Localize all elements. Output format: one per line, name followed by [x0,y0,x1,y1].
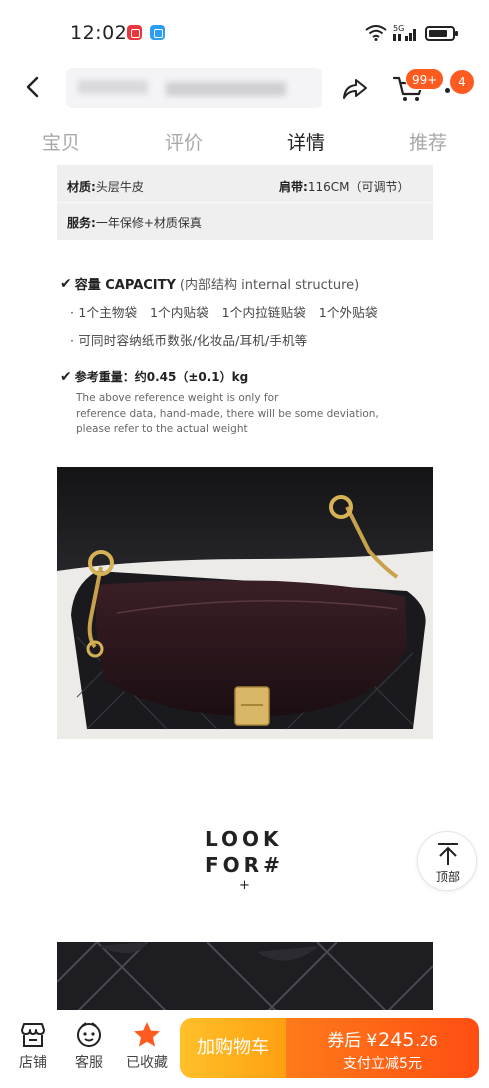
spec-strap-key: 肩带: [279,180,308,194]
product-photo-open-bag[interactable] [57,467,433,739]
weight-note-line: The above reference weight is only for [76,392,279,404]
capacity-line-fits: · 可同时容纳纸币数张/化妆品/耳机/手机等 [70,333,308,348]
weight-note-line: please refer to the actual weight [76,423,248,435]
spec-service: 服务:一年保修+材质保真 [67,214,202,231]
store-button[interactable]: 店铺 [11,1020,55,1072]
search-box[interactable] [66,68,322,108]
check-icon: ✔ [60,368,72,385]
look-for-line: LOOK [205,827,283,851]
arrow-up-icon [438,843,458,865]
back-to-top-label: 顶部 [435,870,460,884]
customer-service-icon [77,1022,101,1047]
back-arrow-icon[interactable] [18,72,48,102]
favorite-label: 已收藏 [126,1055,168,1071]
top-nav: 99+ 4 [0,64,489,112]
tab-reviews[interactable]: 评价 [165,128,203,155]
check-icon: ✔ [60,275,72,292]
customer-service-label: 客服 [75,1055,103,1071]
weight-note-line: reference data, hand-made, there will be… [76,407,379,420]
share-icon[interactable] [340,74,370,104]
status-time: 12:02 [70,22,128,44]
capacity-line-pockets: · 1个主物袋 1个内贴袋 1个内拉链贴袋 1个外贴袋 [70,305,378,320]
tab-recommend[interactable]: 推荐 [409,128,447,155]
capacity-heading: 容量 CAPACITY [74,278,176,293]
wifi-icon [365,25,387,41]
payment-discount: 支付立减5元 [343,1056,422,1072]
weight-heading-row: ✔ 参考重量：约0.45（±0.1）kg [60,368,420,385]
tab-details[interactable]: 详情 [287,128,325,155]
capacity-heading-rest: (内部结构 internal structure) [179,278,360,293]
store-icon [21,1023,45,1047]
spec-divider [57,202,433,203]
look-for-line: FOR# [205,853,284,877]
spec-material-key: 材质: [67,180,96,194]
cart-badge: 99+ [405,68,445,90]
favorite-button[interactable]: 已收藏 [123,1020,171,1072]
weight-section: ✔ 参考重量：约0.45（±0.1）kg The above reference… [60,368,420,438]
more-icon[interactable] [445,88,450,93]
status-icons: 5G [365,24,458,42]
spec-service-value: 一年保修+材质保真 [95,216,202,230]
tab-item[interactable]: 宝贝 [42,128,80,155]
spec-strap: 肩带:116CM（可调节） [279,178,409,195]
weight-heading: 参考重量：约0.45（±0.1）kg [74,370,249,384]
bottom-action-bar: 店铺 客服 已收藏 加购物车 券后 ¥ 245 .26 支付立减5元 [0,1010,489,1088]
look-for-plus: + [239,878,250,893]
notification-search-app-icon [150,25,165,40]
spec-material-value: 头层牛皮 [95,180,144,194]
status-bar: 12:02 5G [0,0,489,62]
bag-illustration [57,467,433,739]
blurred-title [166,82,286,96]
weight-note: The above reference weight is only for r… [60,391,420,438]
capacity-heading-row: ✔ 容量 CAPACITY (内部结构 internal structure) [60,274,440,294]
spec-service-key: 服务: [67,216,96,230]
network-type-label: 5G [393,24,404,33]
customer-service-button[interactable]: 客服 [67,1020,111,1072]
coupon-price: 券后 ¥ 245 .26 [286,1026,479,1051]
capacity-section: ✔ 容量 CAPACITY (内部结构 internal structure) … [60,274,440,349]
price-decimal: .26 [415,1034,438,1050]
signal-5g-icon: 5G [393,24,416,41]
detail-tabs: 宝贝 评价 详情 推荐 [0,124,489,160]
notification-app-icon [127,25,142,40]
currency-symbol: ¥ [366,1031,378,1051]
look-for-heading: LOOK FOR# [205,826,284,878]
back-to-top-button[interactable]: 顶部 [417,831,477,891]
blurred-title [78,80,148,94]
price-integer: 245 [378,1029,415,1051]
battery-icon [425,25,458,41]
coupon-prefix: 券后 [327,1031,362,1051]
spec-material: 材质:头层牛皮 [67,178,144,195]
add-to-cart-button[interactable]: 加购物车 [180,1018,286,1078]
message-badge: 4 [450,70,474,94]
star-icon [134,1022,160,1047]
spec-strap-value: 116CM（可调节） [307,180,410,194]
store-label: 店铺 [19,1055,47,1071]
buy-now-button[interactable]: 券后 ¥ 245 .26 支付立减5元 [286,1018,479,1078]
spec-table: 材质:头层牛皮 肩带:116CM（可调节） 服务:一年保修+材质保真 [57,165,433,240]
